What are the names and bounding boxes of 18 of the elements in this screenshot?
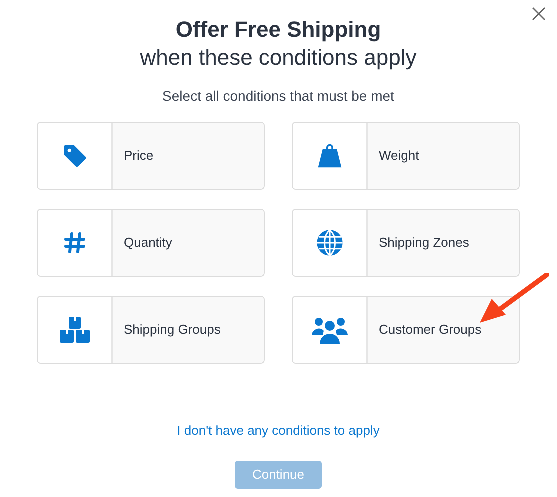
instruction-text: Select all conditions that must be met	[162, 87, 394, 105]
condition-option[interactable]: Customer Groups	[292, 296, 520, 364]
people-icon	[312, 316, 348, 344]
weight-icon	[316, 142, 344, 170]
dialog-title: Offer Free Shipping	[176, 16, 382, 44]
close-icon	[532, 7, 546, 21]
hashtag-icon	[62, 231, 86, 255]
condition-option[interactable]: Quantity	[37, 209, 265, 277]
boxes-icon	[58, 316, 90, 344]
condition-option[interactable]: Weight	[292, 122, 520, 190]
dialog-subtitle: when these conditions apply	[140, 44, 417, 72]
condition-option[interactable]: Price	[37, 122, 265, 190]
condition-option[interactable]: Shipping Zones	[292, 209, 520, 277]
condition-option[interactable]: Shipping Groups	[37, 296, 265, 364]
tag-icon	[62, 143, 88, 169]
no-conditions-link[interactable]: I don't have any conditions to apply	[177, 421, 380, 440]
globe-icon	[316, 229, 344, 257]
pointer-arrow	[478, 273, 550, 325]
